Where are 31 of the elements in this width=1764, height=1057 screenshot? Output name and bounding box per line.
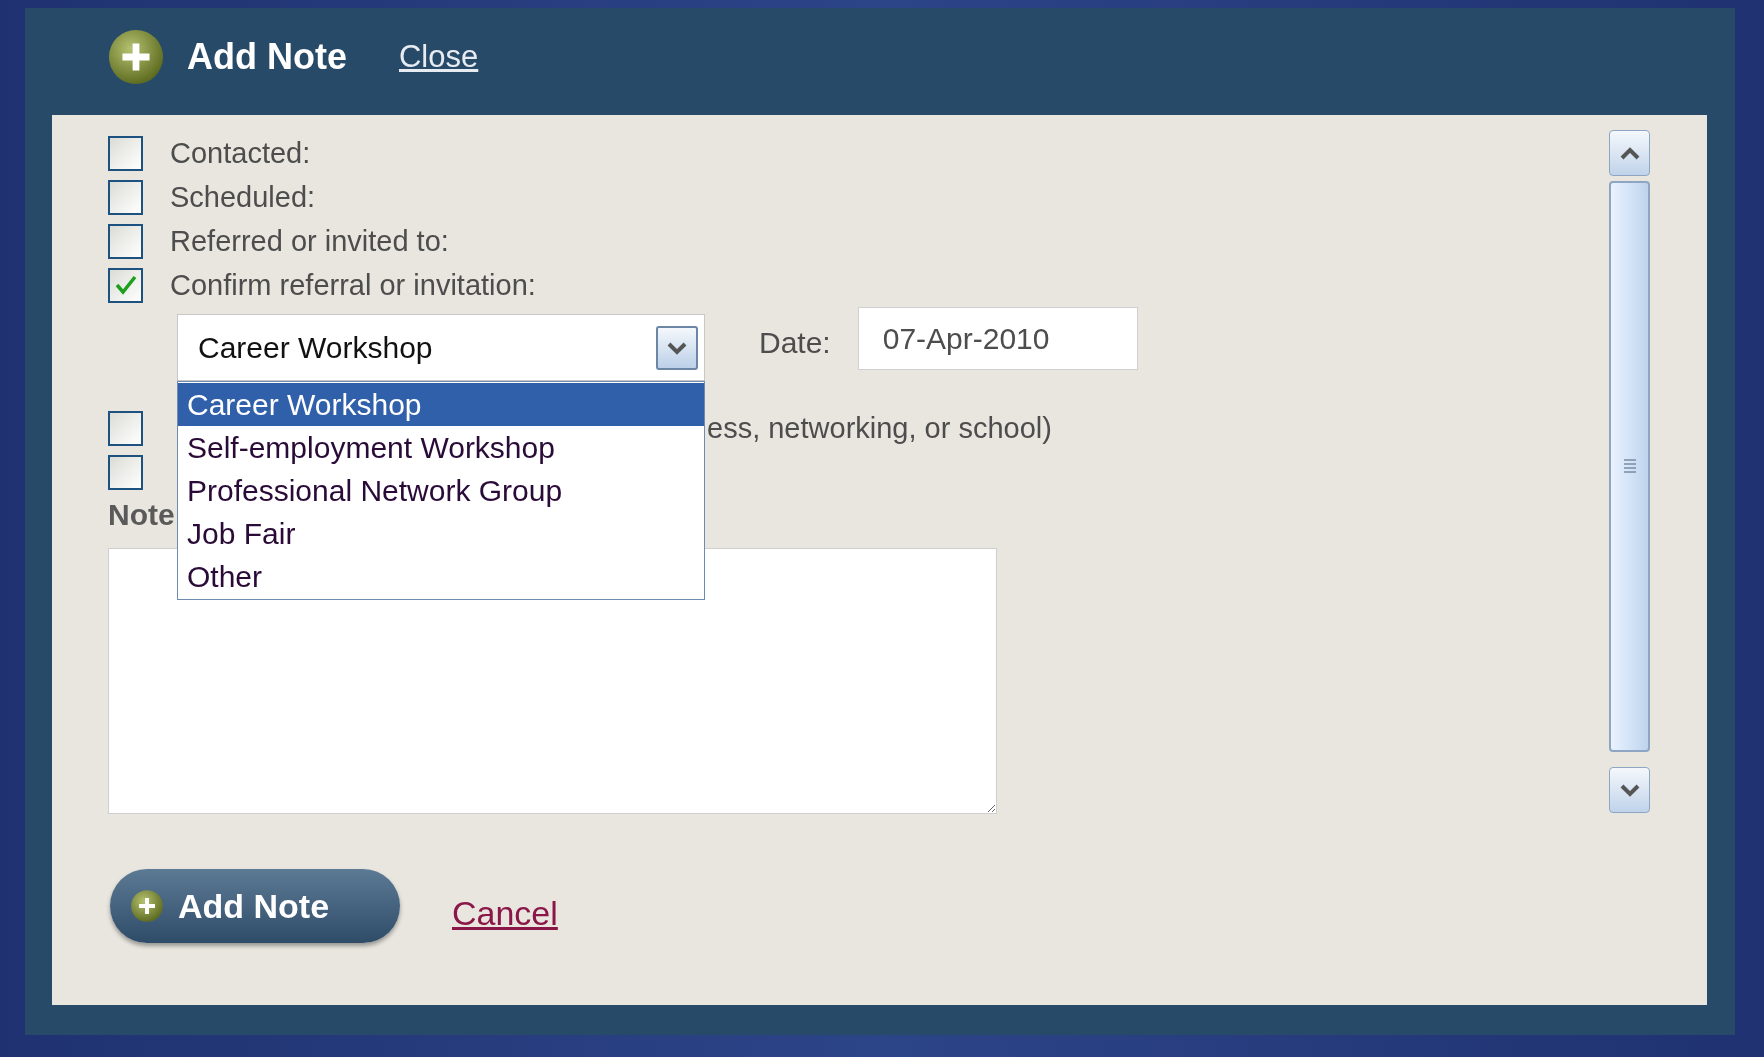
- scroll-up-button[interactable]: [1609, 130, 1650, 176]
- referral-select[interactable]: Career Workshop: [177, 314, 705, 381]
- checkbox-label: Contacted:: [170, 136, 311, 170]
- scroll-down-button[interactable]: [1609, 767, 1650, 813]
- dialog-title: Add Note: [187, 35, 347, 78]
- checkbox[interactable]: [108, 135, 143, 171]
- chevron-down-icon: [1618, 783, 1641, 797]
- add-note-button[interactable]: Add Note: [110, 869, 400, 943]
- checkbox[interactable]: [108, 179, 143, 215]
- cancel-link[interactable]: Cancel: [452, 893, 558, 933]
- chevron-down-icon: [666, 340, 688, 355]
- checkbox-label: Confirm referral or invitation:: [170, 268, 536, 302]
- checkbox-label: ess, networking, or school): [707, 411, 1052, 445]
- close-link[interactable]: Close: [399, 38, 479, 75]
- checkbox[interactable]: [108, 267, 143, 303]
- checkbox-label: Referred or invited to:: [170, 224, 449, 258]
- dropdown-option[interactable]: Career Workshop: [178, 383, 704, 426]
- plus-circle-icon: [130, 889, 164, 923]
- note-label: Note: [108, 498, 175, 533]
- checkbox[interactable]: [108, 410, 143, 446]
- checkbox-label: Scheduled:: [170, 180, 316, 214]
- checkmark-icon: [113, 274, 138, 296]
- plus-icon: [107, 27, 165, 86]
- date-label: Date:: [759, 326, 831, 360]
- scrollbar-thumb[interactable]: [1609, 181, 1650, 752]
- checkbox[interactable]: [108, 223, 143, 259]
- chevron-up-icon: [1618, 146, 1641, 160]
- dropdown-button[interactable]: [656, 325, 698, 370]
- grip-icon: [1622, 457, 1637, 476]
- date-field[interactable]: 07-Apr-2010: [857, 307, 1138, 370]
- checkbox[interactable]: [108, 454, 143, 490]
